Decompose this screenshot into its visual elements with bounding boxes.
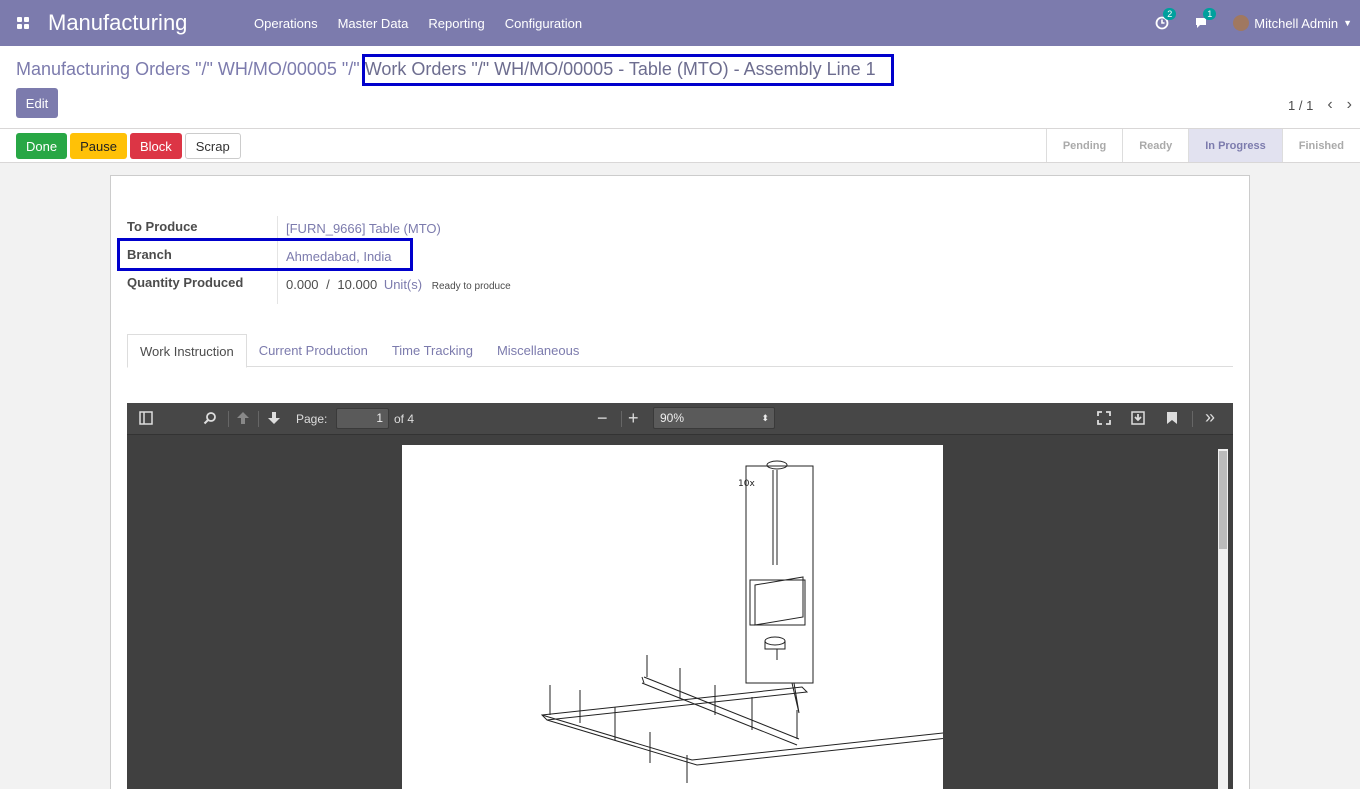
tab-miscellaneous[interactable]: Miscellaneous [485, 334, 591, 367]
pager-value[interactable]: 1 / 1 [1288, 98, 1313, 113]
zoom-in-icon[interactable]: + [628, 408, 639, 429]
qty-uom[interactable]: Unit(s) [384, 277, 422, 292]
arrow-down-icon[interactable] [267, 411, 281, 425]
drawing-quantity-label: 10x [738, 479, 755, 489]
caret-down-icon: ▼ [1343, 18, 1352, 28]
breadcrumb-separator: "/" [336, 59, 365, 79]
bookmark-icon[interactable] [1166, 411, 1178, 425]
chevron-right-icon[interactable]: › [1347, 96, 1352, 114]
arrow-up-icon[interactable] [236, 411, 250, 425]
stage-pipeline: Pending Ready In Progress Finished [1045, 129, 1360, 162]
zoom-out-icon[interactable]: − [597, 408, 608, 429]
done-button[interactable]: Done [16, 133, 68, 159]
pause-button[interactable]: Pause [70, 133, 127, 159]
tab-current-production[interactable]: Current Production [247, 334, 380, 367]
toolbar-separator [228, 411, 229, 427]
stage-ready[interactable]: Ready [1122, 129, 1188, 162]
zoom-value: 90% [660, 411, 685, 425]
form-content: To Produce [FURN_9666] Table (MTO) Branc… [0, 163, 1360, 789]
assembly-drawing: 10x [540, 460, 958, 783]
page-number-input[interactable]: 1 [336, 408, 389, 429]
zoom-select[interactable]: 90% ⬍ [653, 407, 775, 429]
stage-pending[interactable]: Pending [1045, 129, 1122, 162]
to-produce-value[interactable]: [FURN_9666] Table (MTO) [286, 221, 441, 236]
user-menu[interactable]: Mitchell Admin ▼ [1233, 15, 1352, 31]
qty-produced-label: Quantity Produced [127, 275, 244, 290]
chevron-left-icon[interactable]: ‹ [1327, 96, 1332, 114]
main-menu: Operations Master Data Reporting Configu… [244, 16, 592, 31]
toolbar-separator [258, 411, 259, 427]
app-name[interactable]: Manufacturing [48, 10, 244, 36]
search-icon[interactable] [203, 411, 217, 425]
qty-done: 0.000 [286, 277, 319, 292]
breadcrumb-parent[interactable]: Manufacturing Orders "/" WH/MO/00005 [16, 59, 337, 79]
highlight-box-branch [117, 238, 413, 271]
notebook-tabs: Work Instruction Current Production Time… [127, 334, 1233, 368]
menu-operations[interactable]: Operations [244, 16, 328, 31]
download-icon[interactable] [1131, 411, 1145, 425]
pdf-toolbar: Page: 1 of 4 − + 90% ⬍ » [127, 403, 1233, 435]
toolbar-separator [621, 411, 622, 427]
double-chevron-right-icon[interactable]: » [1205, 407, 1215, 428]
tab-work-instruction[interactable]: Work Instruction [127, 334, 247, 368]
stage-in-progress[interactable]: In Progress [1188, 129, 1282, 162]
top-navbar: Manufacturing Operations Master Data Rep… [0, 0, 1360, 46]
activity-count-badge: 2 [1163, 8, 1177, 20]
page-count: of 4 [394, 412, 415, 426]
messaging-button[interactable]: 1 [1193, 8, 1217, 32]
control-panel: Manufacturing Orders "/" WH/MO/00005 "/"… [0, 46, 1360, 129]
highlight-box-title [362, 54, 894, 86]
stage-finished[interactable]: Finished [1281, 129, 1360, 162]
tab-time-tracking[interactable]: Time Tracking [380, 334, 485, 367]
page-label: Page: [296, 412, 328, 426]
user-name: Mitchell Admin [1254, 15, 1339, 31]
to-produce-label: To Produce [127, 219, 198, 234]
select-arrows-icon: ⬍ [761, 413, 769, 423]
sidebar-toggle-icon[interactable] [139, 411, 153, 425]
qty-total: 10.000 [337, 277, 378, 292]
status-bar: Done Pause Block Scrap Pending Ready In … [0, 129, 1360, 163]
menu-master-data[interactable]: Master Data [328, 16, 419, 31]
qty-slash: / [326, 277, 330, 292]
pdf-viewer: Page: 1 of 4 − + 90% ⬍ » 10x [127, 403, 1233, 789]
pager: 1 / 1 ‹ › [1288, 96, 1352, 114]
menu-reporting[interactable]: Reporting [418, 16, 494, 31]
scrollbar-thumb[interactable] [1219, 451, 1227, 549]
fullscreen-icon[interactable] [1097, 411, 1111, 425]
avatar [1233, 15, 1250, 31]
apps-menu-icon[interactable] [0, 0, 46, 46]
message-count-badge: 1 [1203, 8, 1217, 20]
toolbar-separator [1192, 411, 1193, 427]
form-sheet: To Produce [FURN_9666] Table (MTO) Branc… [110, 175, 1250, 789]
activity-button[interactable]: 2 [1153, 8, 1177, 32]
edit-button[interactable]: Edit [16, 88, 58, 118]
scrap-button[interactable]: Scrap [184, 133, 241, 159]
menu-configuration[interactable]: Configuration [495, 16, 592, 31]
systray: 2 1 Mitchell Admin ▼ [1153, 0, 1360, 46]
qty-produced-value: 0.000 / 10.000 Unit(s) Ready to produce [286, 277, 511, 292]
block-button[interactable]: Block [129, 133, 182, 159]
pdf-page: 10x [402, 445, 958, 789]
pdf-scrollbar[interactable] [1218, 449, 1228, 789]
qty-state: Ready to produce [431, 281, 511, 292]
